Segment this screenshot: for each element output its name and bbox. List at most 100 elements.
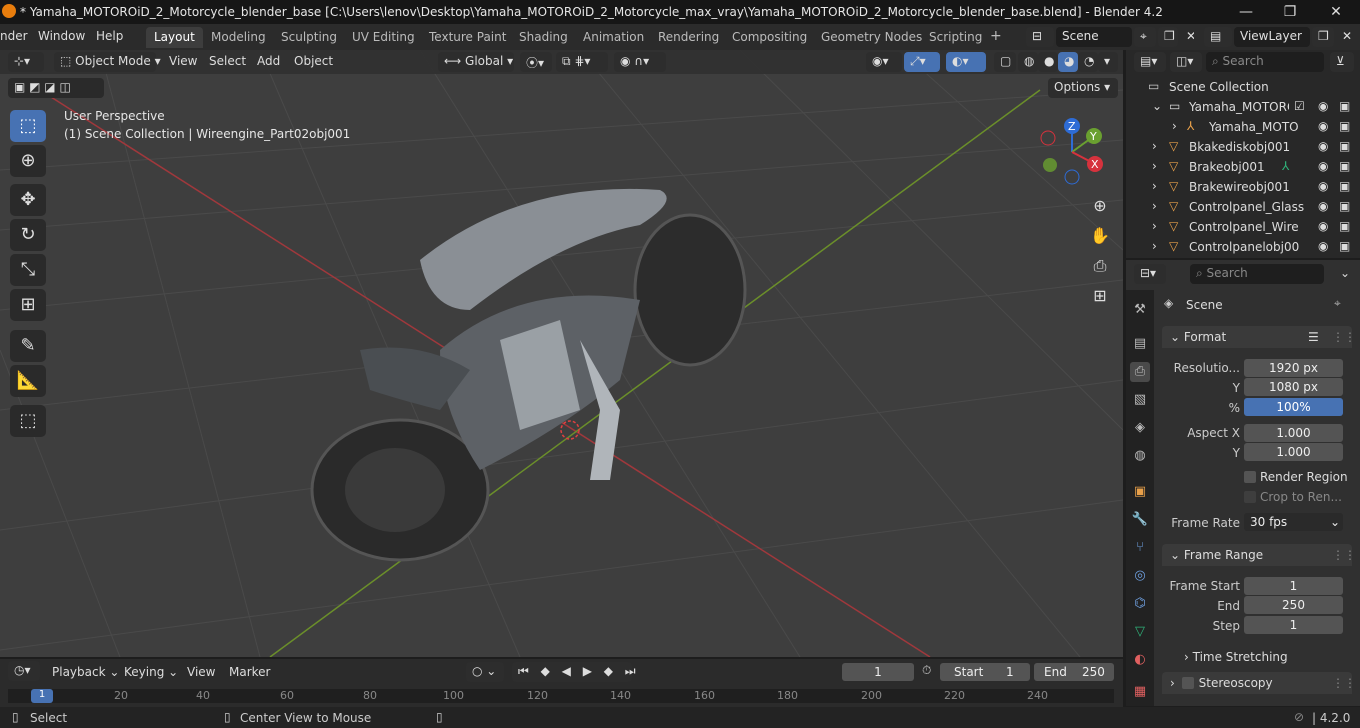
crop-checkbox[interactable] <box>1244 491 1256 503</box>
outliner-search-input[interactable]: ⌕ Search <box>1206 52 1324 72</box>
tab-uv-editing[interactable]: UV Editing <box>344 27 423 48</box>
expand-arrow-icon[interactable]: › <box>1172 119 1177 133</box>
tab-sculpting[interactable]: Sculpting <box>273 27 345 48</box>
maximize-button[interactable]: ❐ <box>1270 2 1310 22</box>
eye-icon[interactable]: ◉ <box>1318 139 1332 153</box>
pivot-point-icon[interactable]: ⦿▾ <box>520 52 552 72</box>
view-layer-browse-icon[interactable]: ▤ <box>1204 27 1232 47</box>
rotate-tool-icon[interactable]: ↻ <box>10 219 46 251</box>
current-frame-field[interactable]: 1 <box>842 663 914 681</box>
menu-view[interactable]: View <box>187 665 215 679</box>
stopwatch-icon[interactable]: ⏱ <box>922 663 931 678</box>
options-dropdown[interactable]: Options ▾ <box>1048 78 1118 98</box>
tab-animation[interactable]: Animation <box>575 27 652 48</box>
expand-arrow-icon[interactable]: › <box>1152 139 1157 153</box>
time-stretching-subpanel[interactable]: › Time Stretching <box>1184 650 1288 664</box>
constraints-tab-icon[interactable]: ⌬ <box>1130 594 1150 614</box>
camera-icon[interactable]: ▣ <box>1339 99 1353 113</box>
outliner-type-icon[interactable]: ▤▾ <box>1134 52 1166 72</box>
ortho-grid-icon[interactable]: ⊞ <box>1088 284 1112 308</box>
pan-hand-icon[interactable]: ✋ <box>1088 224 1112 248</box>
scene-name-field[interactable]: Scene <box>1056 27 1132 47</box>
tab-shading[interactable]: Shading <box>511 27 576 48</box>
frame-end-field[interactable]: 250 <box>1244 596 1343 614</box>
aspect-x-field[interactable]: 1.000 <box>1244 424 1343 442</box>
properties-options-icon[interactable]: ⌄ <box>1334 264 1354 284</box>
outliner-row[interactable]: › ▽ Controlpanel_Wire ◉ ▣ <box>1126 217 1360 237</box>
remove-scene-icon[interactable]: ✕ <box>1180 27 1194 47</box>
modifier-tab-icon[interactable]: 🔧 <box>1130 510 1150 530</box>
annotate-tool-icon[interactable]: ✎ <box>10 330 46 362</box>
eye-icon[interactable]: ◉ <box>1318 199 1332 213</box>
render-region-checkbox[interactable] <box>1244 471 1256 483</box>
expand-arrow-icon[interactable]: › <box>1152 179 1157 193</box>
menu-view[interactable]: View <box>169 54 197 68</box>
data-tab-icon[interactable]: ▽ <box>1130 622 1150 642</box>
eye-icon[interactable]: ◉ <box>1318 239 1332 253</box>
close-button[interactable]: ✕ <box>1316 2 1356 22</box>
expand-arrow-icon[interactable]: › <box>1152 239 1157 253</box>
outliner-row[interactable]: ⌄ ▭ Yamaha_MOTOROiI ☑ ◉ ▣ <box>1126 97 1360 117</box>
eye-icon[interactable]: ◉ <box>1318 119 1332 133</box>
tab-modeling[interactable]: Modeling <box>203 27 274 48</box>
measure-tool-icon[interactable]: 📐 <box>10 365 46 397</box>
menu-add[interactable]: Add <box>257 54 280 68</box>
stereoscopy-checkbox[interactable] <box>1182 677 1194 689</box>
expand-arrow-icon[interactable]: › <box>1152 199 1157 213</box>
tab-rendering[interactable]: Rendering <box>650 27 727 48</box>
resolution-y-field[interactable]: 1080 px <box>1244 378 1343 396</box>
camera-view-icon[interactable]: ⎙ <box>1088 254 1112 278</box>
menu-select[interactable]: Select <box>209 54 246 68</box>
resolution-percent-slider[interactable]: 100% <box>1244 398 1343 416</box>
particles-tab-icon[interactable]: ⑂ <box>1130 538 1150 558</box>
xray-icon[interactable]: ▢ <box>994 52 1016 72</box>
select-mode-icons[interactable]: ▣ ◩ ◪ ◫ <box>8 78 104 98</box>
overlays-icon[interactable]: ◐▾ <box>946 52 986 72</box>
properties-type-icon[interactable]: ⊟▾ <box>1134 264 1166 284</box>
end-frame-field[interactable]: End 250 <box>1034 663 1114 681</box>
snap-icon[interactable]: ⧉ ⋕▾ <box>556 52 608 72</box>
eye-icon[interactable]: ◉ <box>1318 219 1332 233</box>
menu-window[interactable]: Window <box>38 29 85 43</box>
tab-compositing[interactable]: Compositing <box>724 27 815 48</box>
menu-object[interactable]: Object <box>294 54 333 68</box>
new-scene-icon[interactable]: ❐ <box>1158 27 1178 47</box>
properties-search-input[interactable]: ⌕ Search <box>1190 264 1324 284</box>
timeline-type-icon[interactable]: ◷▾ <box>8 661 40 681</box>
move-tool-icon[interactable]: ✥ <box>10 184 46 216</box>
timeline-ruler[interactable]: 1 20 40 60 80 100 120 140 160 180 200 22… <box>8 689 1114 703</box>
outliner-row[interactable]: › ▽ Brakeobj001 ⅄ ◉ ▣ <box>1126 157 1360 177</box>
frame-range-panel-header[interactable]: ⌄ Frame Range ⋮⋮ <box>1162 544 1356 566</box>
tab-scripting[interactable]: Scripting <box>921 27 990 48</box>
start-frame-field[interactable]: Start 1 <box>940 663 1030 681</box>
filter-icon[interactable]: ⊻ <box>1330 52 1354 72</box>
add-cube-tool-icon[interactable]: ⬚ <box>10 405 46 437</box>
drag-handle-icon[interactable]: ⋮⋮ <box>1332 330 1356 344</box>
world-tab-icon[interactable]: ◍ <box>1130 446 1150 466</box>
camera-icon[interactable]: ▣ <box>1339 199 1353 213</box>
motorcycle-model[interactable] <box>310 188 747 562</box>
new-view-layer-icon[interactable]: ❐ <box>1312 27 1334 47</box>
menu-marker[interactable]: Marker <box>229 665 270 679</box>
outliner-row[interactable]: › ▽ Controlpanelobj00 ◉ ▣ <box>1126 237 1360 257</box>
visibility-icon[interactable]: ◉▾ <box>866 52 902 72</box>
checkbox-icon[interactable]: ☑ <box>1294 99 1305 113</box>
pin-icon[interactable]: ⌖ <box>1134 27 1156 47</box>
tab-texture-paint[interactable]: Texture Paint <box>421 27 514 48</box>
display-mode-icon[interactable]: ◫▾ <box>1170 52 1202 72</box>
playback-controls[interactable]: ⏮ ◆ ◀ ▶ ◆ ⏭ <box>512 662 636 682</box>
eye-icon[interactable]: ◉ <box>1318 179 1332 193</box>
remove-view-layer-icon[interactable]: ✕ <box>1336 27 1352 47</box>
add-workspace-button[interactable]: + <box>984 27 1008 48</box>
select-box-tool-icon[interactable]: ⬚ <box>10 110 46 142</box>
tab-layout[interactable]: Layout <box>146 27 203 48</box>
eye-icon[interactable]: ◉ <box>1318 99 1332 113</box>
frame-step-field[interactable]: 1 <box>1244 616 1343 634</box>
tab-geometry-nodes[interactable]: Geometry Nodes <box>813 27 930 48</box>
presets-icon[interactable]: ☰ <box>1308 330 1319 344</box>
frame-rate-dropdown[interactable]: 30 fps ⌄ <box>1244 513 1343 531</box>
camera-icon[interactable]: ▣ <box>1339 119 1353 133</box>
menu-render[interactable]: nder <box>0 29 28 43</box>
scene-tab-icon[interactable]: ◈ <box>1130 418 1150 438</box>
menu-help[interactable]: Help <box>96 29 123 43</box>
